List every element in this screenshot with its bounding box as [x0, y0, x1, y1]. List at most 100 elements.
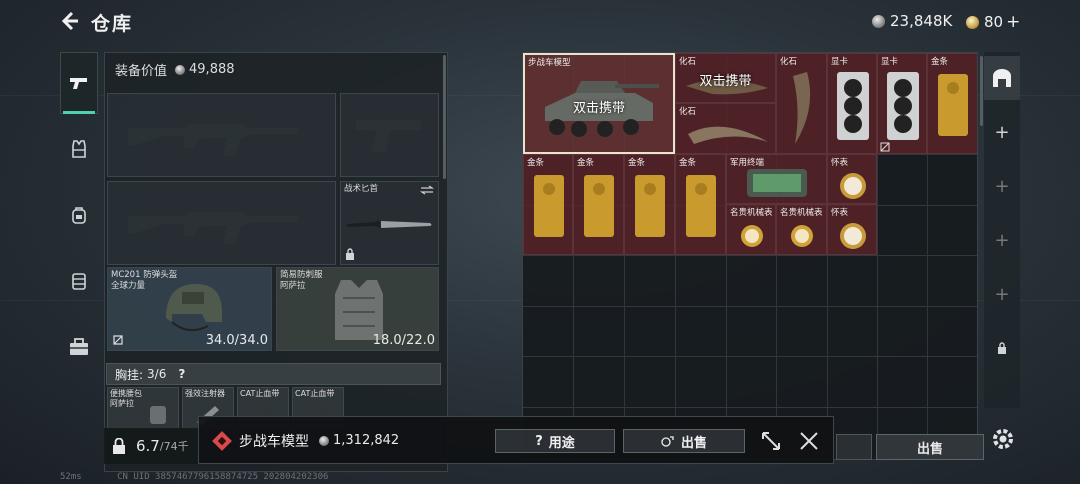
helmet-slot[interactable]: MC201 防弹头盔 全球力量 34.0/34.0: [107, 267, 272, 351]
item-gold-bar[interactable]: 金条: [573, 154, 624, 255]
detail-item-name: 步战车模型: [239, 434, 309, 450]
close-icon[interactable]: [797, 429, 821, 453]
gold-bar-icon: [635, 175, 665, 237]
storage-tabs: + + + +: [984, 52, 1020, 408]
armor-vest-icon: [72, 140, 86, 158]
item-name: 显卡: [831, 57, 849, 67]
plus-icon: +: [994, 283, 1010, 305]
back-arrow-icon[interactable]: [58, 10, 80, 32]
item-name: 怀表: [831, 158, 849, 168]
item-fossil[interactable]: 化石: [776, 53, 827, 154]
storage-tab-add[interactable]: +: [984, 110, 1020, 154]
backpack-icon: [72, 207, 86, 224]
item-name: 名贵机械表: [780, 208, 823, 218]
gear-icon[interactable]: [990, 426, 1016, 452]
item-name: 步战车模型: [528, 58, 571, 68]
armor-durability: 18.0/22.0: [372, 333, 435, 348]
item-gold-bar[interactable]: 金条: [624, 154, 675, 255]
sort-button[interactable]: [836, 434, 872, 460]
item-rarity-icon: [212, 431, 232, 451]
nav-armor[interactable]: [60, 130, 98, 168]
storage-tab-add[interactable]: +: [984, 164, 1020, 208]
no-insure-icon: [880, 142, 890, 152]
nav-chest-rig[interactable]: [60, 262, 98, 300]
lock-icon: [113, 438, 125, 454]
luxury-watch-icon: [741, 225, 763, 247]
detail-price-value: 1,312,842: [333, 433, 400, 448]
usage-button[interactable]: ? 用途: [495, 429, 615, 453]
item-name: 金条: [679, 158, 697, 168]
item-gold-bar[interactable]: 金条: [675, 154, 726, 255]
item-luxury-watch[interactable]: 名贵机械表: [726, 204, 776, 255]
storage-grid: 步战车模型 双击携带 化石 双击携带 化石 化石 显卡 显卡 金条 金条 金条 …: [522, 52, 978, 460]
expand-icon[interactable]: [759, 429, 783, 453]
secondary-weapon-slot[interactable]: [107, 181, 336, 265]
knife-slot[interactable]: 战术匕首: [340, 181, 439, 265]
detail-sell-button[interactable]: 出售: [623, 429, 745, 453]
terminal-icon: [747, 169, 807, 197]
gpu-icon: [837, 72, 869, 140]
storage-tab-add[interactable]: +: [984, 272, 1020, 316]
equipment-value: 装备价值 49,888: [115, 60, 235, 79]
fossil-tooth-icon: [793, 72, 811, 144]
pistol-slot[interactable]: [340, 93, 439, 177]
repair-icon: [113, 335, 123, 345]
item-pocket-watch[interactable]: 怀表: [827, 154, 877, 204]
storage-tab-add[interactable]: +: [984, 218, 1020, 262]
chest-rig-help-button[interactable]: ?: [178, 367, 185, 381]
premium-coin-icon: [966, 15, 979, 29]
detail-item-price: 1,312,842: [319, 433, 399, 448]
help-icon: ?: [535, 433, 543, 449]
item-fossil[interactable]: 化石: [675, 103, 776, 154]
item-gold-bar[interactable]: 金条: [523, 154, 573, 255]
item-gpu[interactable]: 显卡: [877, 53, 927, 154]
nav-backpack[interactable]: [60, 196, 98, 234]
equipment-scrollbar[interactable]: [443, 55, 446, 179]
storage-tab-locked[interactable]: [984, 326, 1020, 370]
nav-weapon[interactable]: [60, 52, 98, 114]
gold-bar-icon: [534, 175, 564, 237]
grid-line: [523, 407, 977, 408]
armor-slot[interactable]: 简易防刺服 阿萨拉 18.0/22.0: [276, 267, 439, 351]
sell-button[interactable]: 出售: [876, 434, 984, 460]
luxury-watch-icon: [791, 225, 813, 247]
detail-sell-label: 出售: [680, 435, 707, 451]
knife-name: 战术匕首: [344, 184, 379, 194]
warehouse-icon: [993, 69, 1011, 87]
item-luxury-watch[interactable]: 名贵机械表: [776, 204, 827, 255]
helmet-icon: [166, 284, 222, 332]
storage-scrollbar[interactable]: [980, 56, 983, 126]
item-fossil[interactable]: 化石 双击携带: [675, 53, 776, 103]
double-tap-carry-hint: 双击携带: [699, 74, 752, 89]
toolbox-icon: [70, 338, 88, 355]
fossil-claw-icon: [688, 126, 768, 144]
coin-amount: 23,848K: [890, 12, 953, 30]
swap-icon[interactable]: [420, 185, 434, 195]
plus-icon: +: [994, 121, 1010, 143]
primary-weapon-slot[interactable]: [107, 93, 336, 177]
capacity-indicator: 6.7 /74千: [104, 428, 200, 464]
knife-icon: [347, 220, 432, 228]
item-name: 化石: [679, 107, 697, 117]
pocket-watch-icon: [840, 173, 866, 199]
add-currency-button[interactable]: +: [1006, 12, 1020, 32]
coin-icon: [319, 435, 329, 446]
chest-rig-header: 胸挂: 3/6 ?: [106, 363, 441, 385]
item-gpu[interactable]: 显卡: [827, 53, 877, 154]
category-nav: [60, 48, 100, 378]
nav-toolbox[interactable]: [60, 328, 98, 366]
chest-slot-pouch[interactable]: 便携腰包 阿萨拉: [107, 387, 179, 429]
chest-item-name: 便携腰包: [110, 389, 142, 398]
grid-line: [523, 356, 977, 357]
item-gold-bar[interactable]: 金条: [927, 53, 977, 154]
item-military-terminal[interactable]: 军用终端: [726, 154, 827, 204]
chest-item-name: 强效注射器: [185, 389, 225, 398]
page-title: 仓库: [91, 13, 134, 35]
armor-name: 简易防刺服: [280, 270, 323, 280]
premium-balance[interactable]: 80 +: [966, 12, 1020, 32]
item-ifv-model[interactable]: 步战车模型 双击携带: [523, 53, 675, 154]
gold-bar-icon: [938, 74, 968, 136]
item-pocket-watch[interactable]: 怀表: [827, 204, 877, 255]
capacity-current: 6.7: [136, 437, 160, 455]
storage-tab-main[interactable]: [984, 56, 1020, 100]
